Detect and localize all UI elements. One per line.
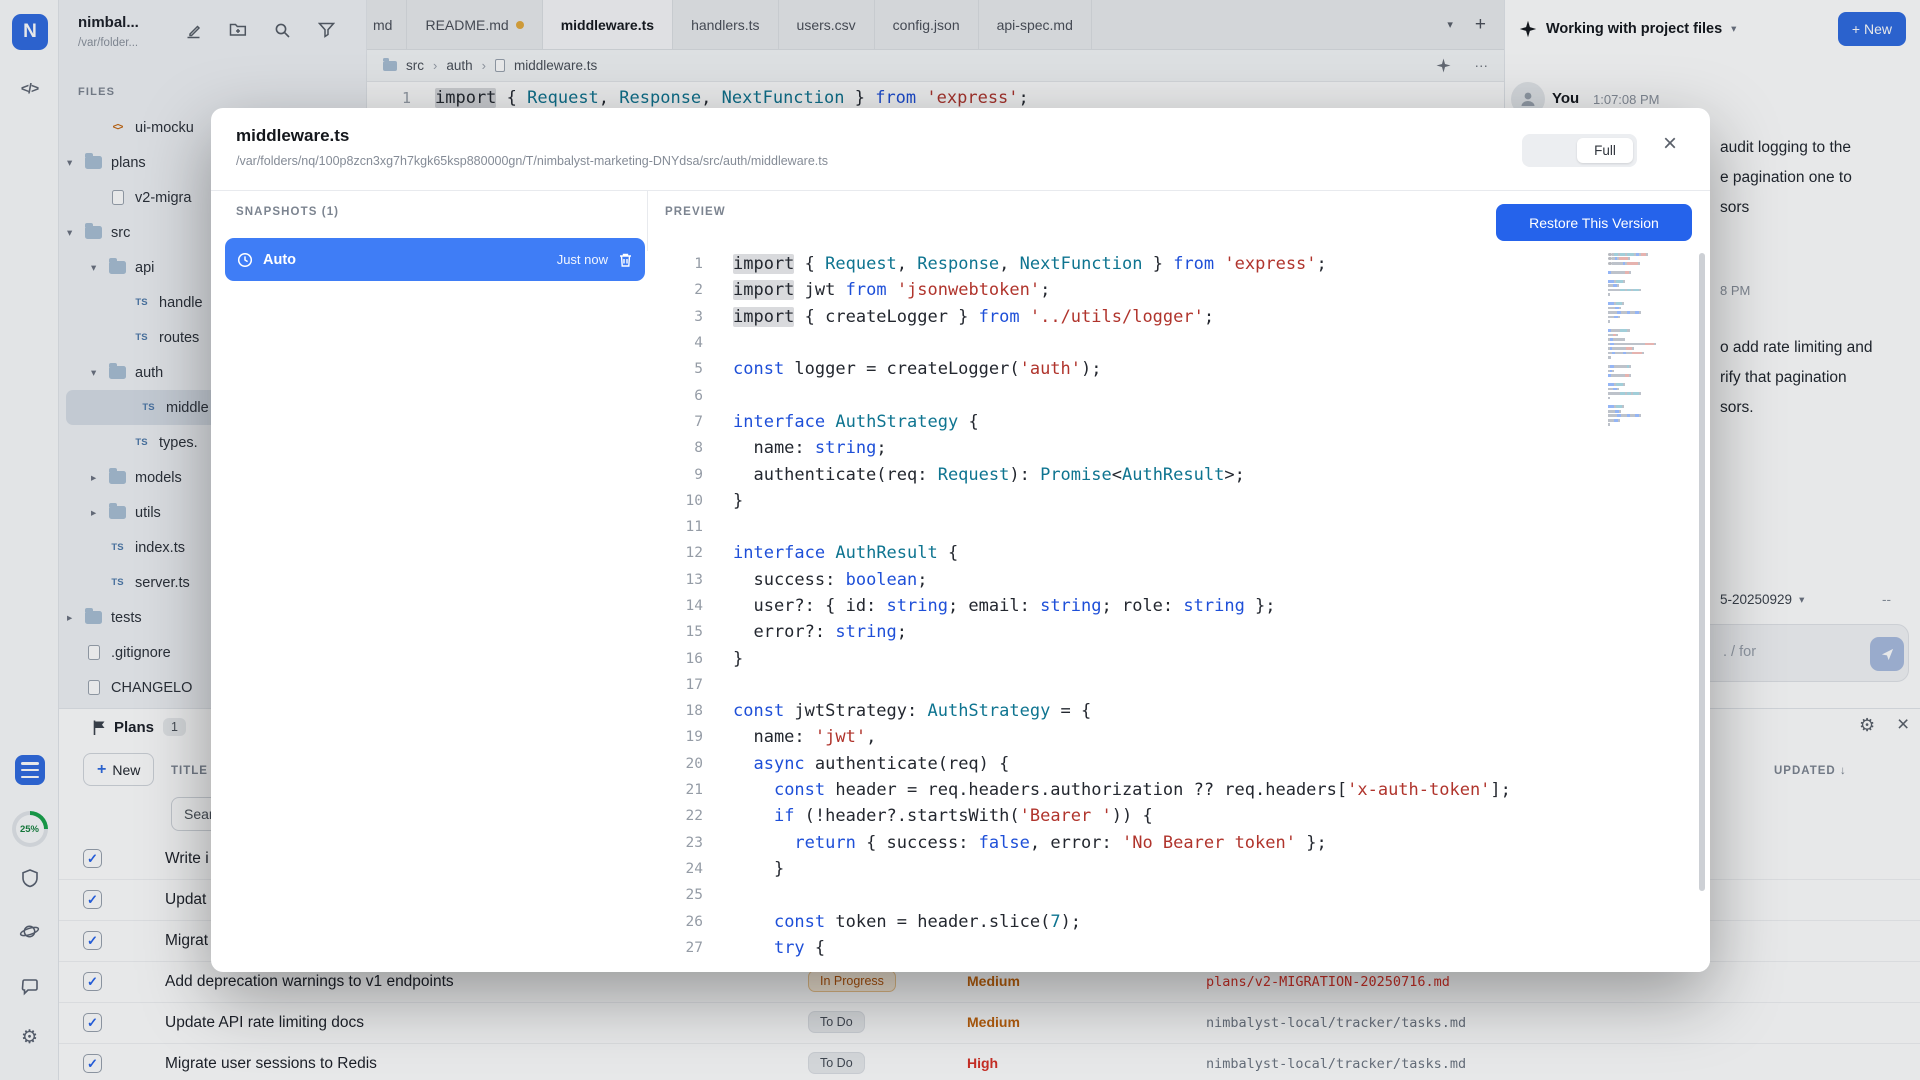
code-line: 18 const jwtStrategy: AuthStrategy = {	[647, 698, 1710, 724]
code-line: 8 name: string;	[647, 435, 1710, 461]
code-text: }	[733, 859, 784, 879]
code-text: }	[733, 649, 743, 669]
code-text: success: boolean;	[733, 570, 928, 590]
code-line: 24 }	[647, 856, 1710, 882]
code-text: async authenticate(req) {	[733, 754, 1009, 774]
line-number: 11	[647, 519, 703, 535]
code-text: interface AuthResult {	[733, 543, 958, 563]
code-line: 17	[647, 672, 1710, 698]
code-text: import { createLogger } from '../utils/l…	[733, 307, 1214, 327]
preview-section-label: PREVIEW	[665, 206, 726, 218]
code-text: const logger = createLogger('auth');	[733, 359, 1102, 379]
code-line: 4	[647, 330, 1710, 356]
line-number: 27	[647, 940, 703, 956]
line-number: 2	[647, 282, 703, 298]
code-text: authenticate(req: Request): Promise<Auth…	[733, 465, 1245, 485]
app-window: N </> 25% ⚙ nimbal... /var/folder...	[0, 0, 1920, 1080]
code-preview: 1 import { Request, Response, NextFunctio…	[647, 251, 1710, 972]
modal-close-icon[interactable]: ×	[1663, 132, 1677, 156]
code-line: 7 interface AuthStrategy {	[647, 409, 1710, 435]
line-number: 25	[647, 887, 703, 903]
code-text: interface AuthStrategy {	[733, 412, 979, 432]
code-text: name: 'jwt',	[733, 727, 876, 747]
header-divider	[211, 190, 1710, 191]
snapshot-name: Auto	[263, 252, 296, 268]
line-number: 23	[647, 835, 703, 851]
code-line: 6	[647, 382, 1710, 408]
line-number: 22	[647, 808, 703, 824]
line-number: 20	[647, 756, 703, 772]
code-line: 13 success: boolean;	[647, 567, 1710, 593]
code-line: 27 try {	[647, 935, 1710, 961]
line-number: 17	[647, 677, 703, 693]
snapshot-time: Just now	[557, 252, 608, 267]
line-number: 26	[647, 914, 703, 930]
line-number: 10	[647, 493, 703, 509]
line-number: 14	[647, 598, 703, 614]
minimap	[1608, 253, 1690, 432]
code-text: user?: { id: string; email: string; role…	[733, 596, 1276, 616]
line-number: 1	[647, 256, 703, 272]
code-text: const jwtStrategy: AuthStrategy = {	[733, 701, 1091, 721]
snapshot-modal: middleware.ts /var/folders/nq/100p8zcn3x…	[211, 108, 1710, 972]
line-number: 7	[647, 414, 703, 430]
line-number: 6	[647, 388, 703, 404]
line-number: 3	[647, 309, 703, 325]
line-number: 24	[647, 861, 703, 877]
code-text: try {	[733, 938, 825, 958]
code-line: 9 authenticate(req: Request): Promise<Au…	[647, 461, 1710, 487]
code-line: 19 name: 'jwt',	[647, 724, 1710, 750]
code-line: 2 import jwt from 'jsonwebtoken';	[647, 277, 1710, 303]
line-number: 12	[647, 545, 703, 561]
code-line: 11	[647, 514, 1710, 540]
code-line: 20 async authenticate(req) {	[647, 751, 1710, 777]
clock-icon	[237, 252, 253, 268]
modal-title: middleware.ts	[236, 126, 349, 146]
line-number: 5	[647, 361, 703, 377]
code-line: 5 const logger = createLogger('auth');	[647, 356, 1710, 382]
code-line: 3 import { createLogger } from '../utils/…	[647, 304, 1710, 330]
code-line: 16}	[647, 645, 1710, 671]
snapshot-item[interactable]: Auto Just now	[225, 238, 645, 281]
code-text: return { success: false, error: 'No Bear…	[733, 833, 1327, 853]
line-number: 21	[647, 782, 703, 798]
code-line: 10}	[647, 488, 1710, 514]
line-number: 15	[647, 624, 703, 640]
code-line: 21 const header = req.headers.authorizat…	[647, 777, 1710, 803]
code-text: import { Request, Response, NextFunction…	[733, 254, 1327, 274]
line-number: 13	[647, 572, 703, 588]
line-number: 18	[647, 703, 703, 719]
code-text: const header = req.headers.authorization…	[733, 780, 1511, 800]
toggle-full-option[interactable]: Full	[1577, 138, 1633, 163]
code-line: 15 error?: string;	[647, 619, 1710, 645]
trash-icon[interactable]	[618, 252, 633, 268]
code-line: 26 const token = header.slice(7);	[647, 908, 1710, 934]
code-line: 23 return { success: false, error: 'No B…	[647, 830, 1710, 856]
line-number: 8	[647, 440, 703, 456]
restore-version-button[interactable]: Restore This Version	[1496, 204, 1692, 241]
snapshots-section-label: SNAPSHOTS (1)	[236, 206, 339, 218]
code-text: }	[733, 491, 743, 511]
code-line: 25	[647, 882, 1710, 908]
code-text: name: string;	[733, 438, 887, 458]
line-number: 19	[647, 729, 703, 745]
line-number: 16	[647, 651, 703, 667]
line-number: 9	[647, 467, 703, 483]
view-toggle[interactable]: Full	[1522, 134, 1637, 167]
code-text: if (!header?.startsWith('Bearer ')) {	[733, 806, 1153, 826]
code-line: 12 interface AuthResult {	[647, 540, 1710, 566]
code-line: 22 if (!header?.startsWith('Bearer ')) {	[647, 803, 1710, 829]
code-text: error?: string;	[733, 622, 907, 642]
code-text: const token = header.slice(7);	[733, 912, 1081, 932]
code-line: 1 import { Request, Response, NextFunctio…	[647, 251, 1710, 277]
line-number: 4	[647, 335, 703, 351]
modal-file-path: /var/folders/nq/100p8zcn3xg7h7kgk65ksp88…	[236, 154, 828, 168]
code-line: 14 user?: { id: string; email: string; r…	[647, 593, 1710, 619]
code-text: import jwt from 'jsonwebtoken';	[733, 280, 1050, 300]
scrollbar-thumb[interactable]	[1699, 253, 1705, 891]
